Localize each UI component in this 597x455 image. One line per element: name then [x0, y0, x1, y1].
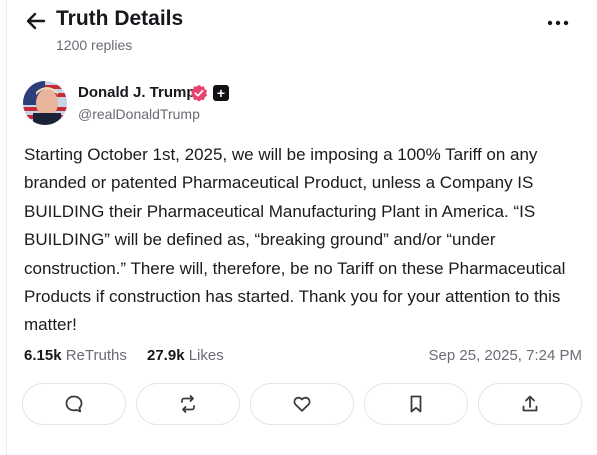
likes-count: 27.9k — [147, 347, 185, 364]
action-bar — [22, 383, 584, 427]
post-stats: 6.15k ReTruths 27.9k Likes Sep 25, 2025,… — [24, 347, 584, 369]
avatar-image — [23, 81, 67, 125]
reply-count: 1200 replies — [56, 37, 133, 53]
bookmark-icon — [410, 395, 422, 413]
repost-icon — [181, 395, 195, 413]
page-header: Truth Details 1200 replies — [0, 0, 597, 70]
more-options-button[interactable] — [544, 14, 572, 32]
comment-icon — [65, 395, 83, 413]
share-button[interactable] — [478, 383, 582, 425]
like-button[interactable] — [250, 383, 354, 425]
bookmark-button[interactable] — [364, 383, 468, 425]
post-timestamp[interactable]: Sep 25, 2025, 7:24 PM — [429, 347, 582, 364]
back-button[interactable] — [24, 10, 48, 32]
reply-button[interactable] — [22, 383, 126, 425]
likes-label: Likes — [188, 347, 224, 364]
author-handle[interactable]: @realDonaldTrump — [78, 106, 200, 122]
retruths-label: ReTruths — [65, 347, 127, 364]
likes-stat[interactable]: 27.9k Likes — [147, 347, 224, 364]
post-body: Starting October 1st, 2025, we will be i… — [24, 145, 566, 335]
heart-icon — [293, 396, 311, 412]
share-icon — [522, 395, 538, 412]
arrow-left-icon — [26, 12, 46, 30]
more-horizontal-icon — [547, 20, 569, 26]
retruths-stat[interactable]: 6.15k ReTruths — [24, 347, 127, 364]
retruths-count: 6.15k — [24, 347, 62, 364]
plus-badge-icon: + — [213, 85, 229, 101]
retruth-button[interactable] — [136, 383, 240, 425]
page-title: Truth Details — [56, 7, 184, 30]
avatar[interactable] — [23, 81, 67, 125]
verified-badge-icon — [190, 84, 208, 102]
author-name[interactable]: Donald J. Trump — [78, 84, 196, 101]
